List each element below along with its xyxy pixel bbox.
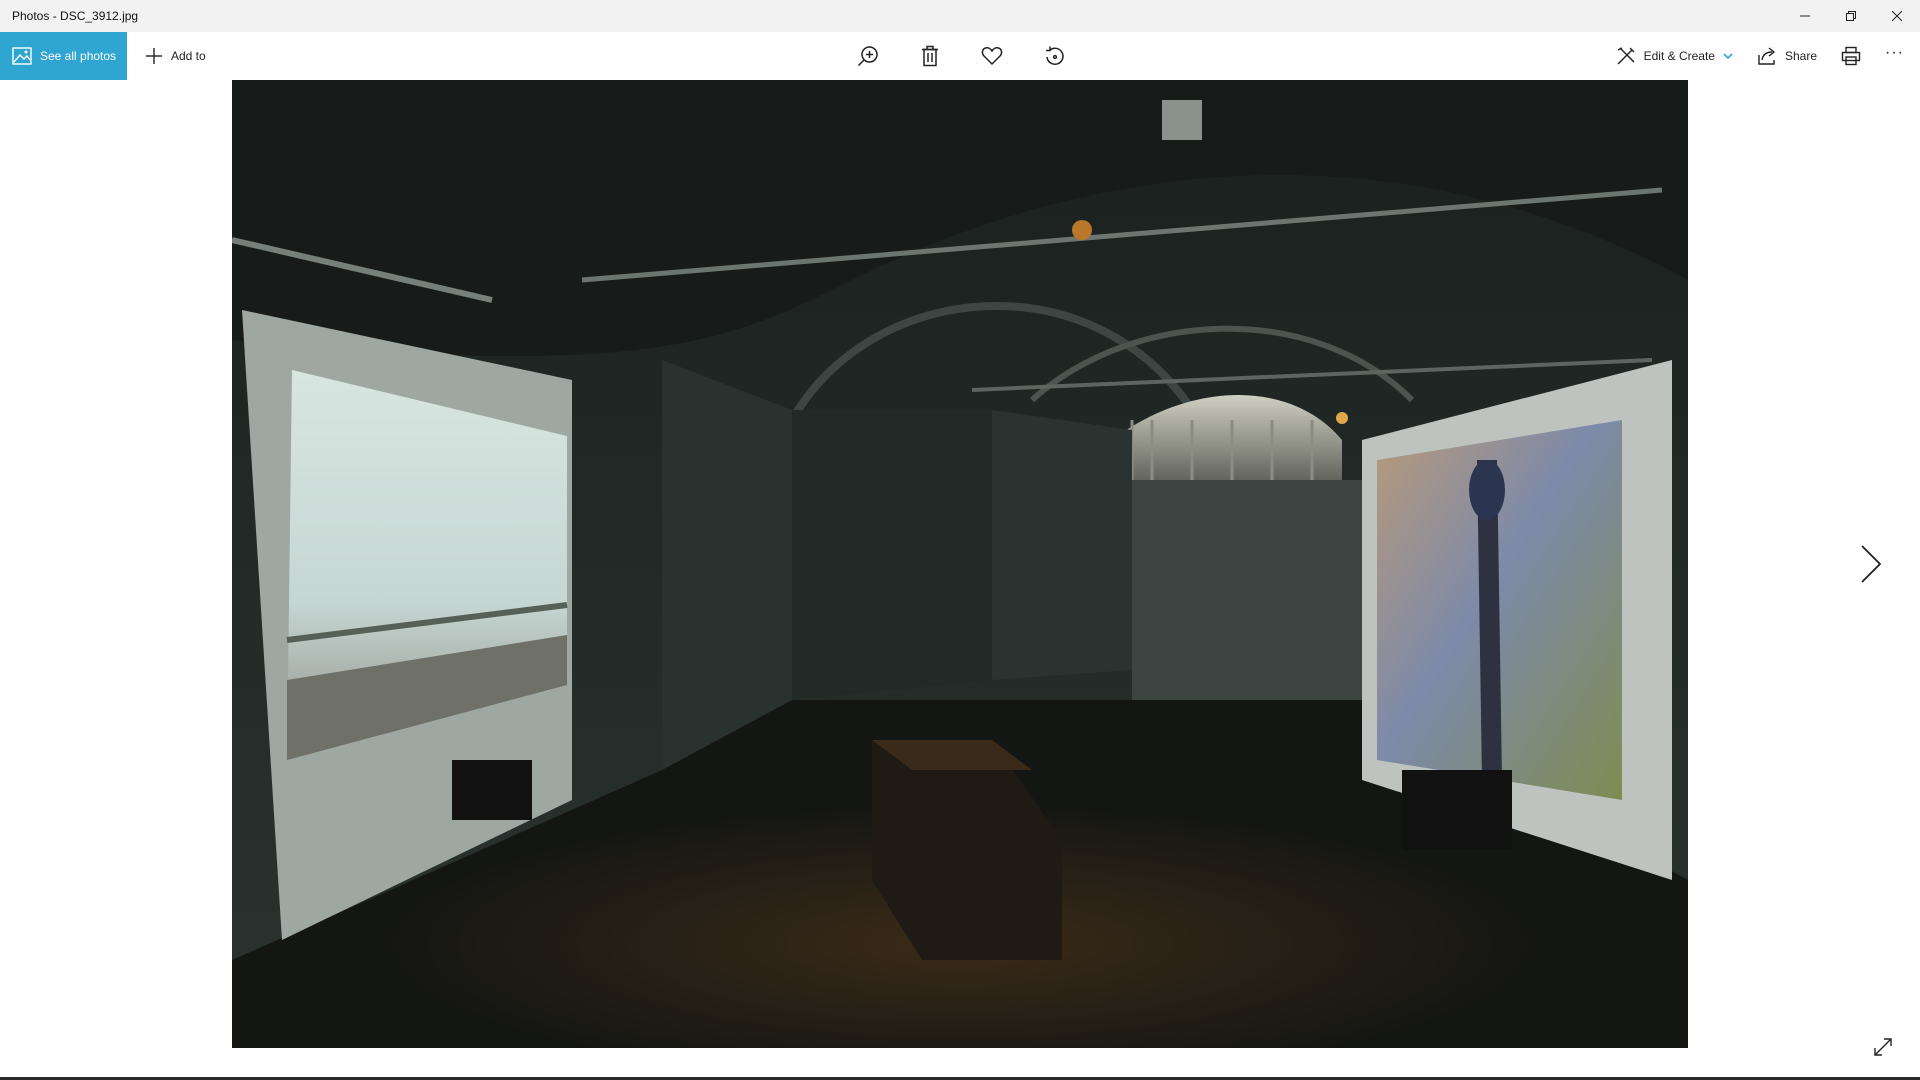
photo-canvas[interactable] — [232, 80, 1688, 1048]
edit-create-button[interactable]: Edit & Create — [1604, 32, 1745, 80]
fullscreen-button[interactable] — [1872, 1036, 1896, 1060]
see-all-photos-label: See all photos — [40, 49, 117, 63]
close-icon — [1892, 11, 1902, 21]
delete-button[interactable] — [912, 32, 948, 80]
share-label: Share — [1784, 49, 1818, 63]
restore-icon — [1846, 11, 1856, 21]
gallery-photo — [232, 80, 1688, 1048]
add-to-label: Add to — [171, 49, 206, 63]
center-toolbar — [850, 32, 1072, 80]
command-bar: See all photos Add to Edit & Create Shar… — [0, 32, 1920, 80]
print-icon — [1841, 46, 1861, 66]
restore-button[interactable] — [1828, 0, 1874, 32]
delete-icon — [922, 45, 938, 67]
print-button[interactable] — [1829, 32, 1873, 80]
share-button[interactable]: Share — [1745, 32, 1829, 80]
share-icon — [1758, 47, 1776, 65]
rotate-icon — [1046, 46, 1064, 66]
right-toolbar: Edit & Create Share ··· — [1604, 32, 1920, 80]
zoom-button[interactable] — [850, 32, 886, 80]
favorite-button[interactable] — [974, 32, 1010, 80]
see-all-photos-button[interactable]: See all photos — [0, 32, 127, 80]
zoom-in-icon — [857, 46, 878, 67]
minimize-icon — [1800, 15, 1810, 17]
expand-icon — [1874, 1038, 1892, 1056]
photos-window: Photos - DSC_3912.jpg See all photos Add… — [0, 0, 1920, 1080]
add-to-button[interactable]: Add to — [139, 32, 212, 80]
window-title: Photos - DSC_3912.jpg — [12, 9, 139, 23]
caption-buttons — [1782, 0, 1920, 32]
minimize-button[interactable] — [1782, 0, 1828, 32]
title-bar: Photos - DSC_3912.jpg — [0, 0, 1920, 32]
edit-create-label: Edit & Create — [1643, 49, 1715, 63]
chevron-down-icon — [1723, 53, 1733, 60]
plus-icon — [146, 48, 162, 64]
next-photo-button[interactable] — [1856, 540, 1886, 588]
chevron-right-icon — [1861, 545, 1882, 583]
heart-icon — [981, 47, 1003, 66]
edit-create-icon — [1617, 47, 1635, 65]
photos-icon — [12, 47, 32, 65]
rotate-button[interactable] — [1036, 32, 1072, 80]
close-button[interactable] — [1874, 0, 1920, 32]
more-options-button[interactable]: ··· — [1873, 32, 1920, 80]
